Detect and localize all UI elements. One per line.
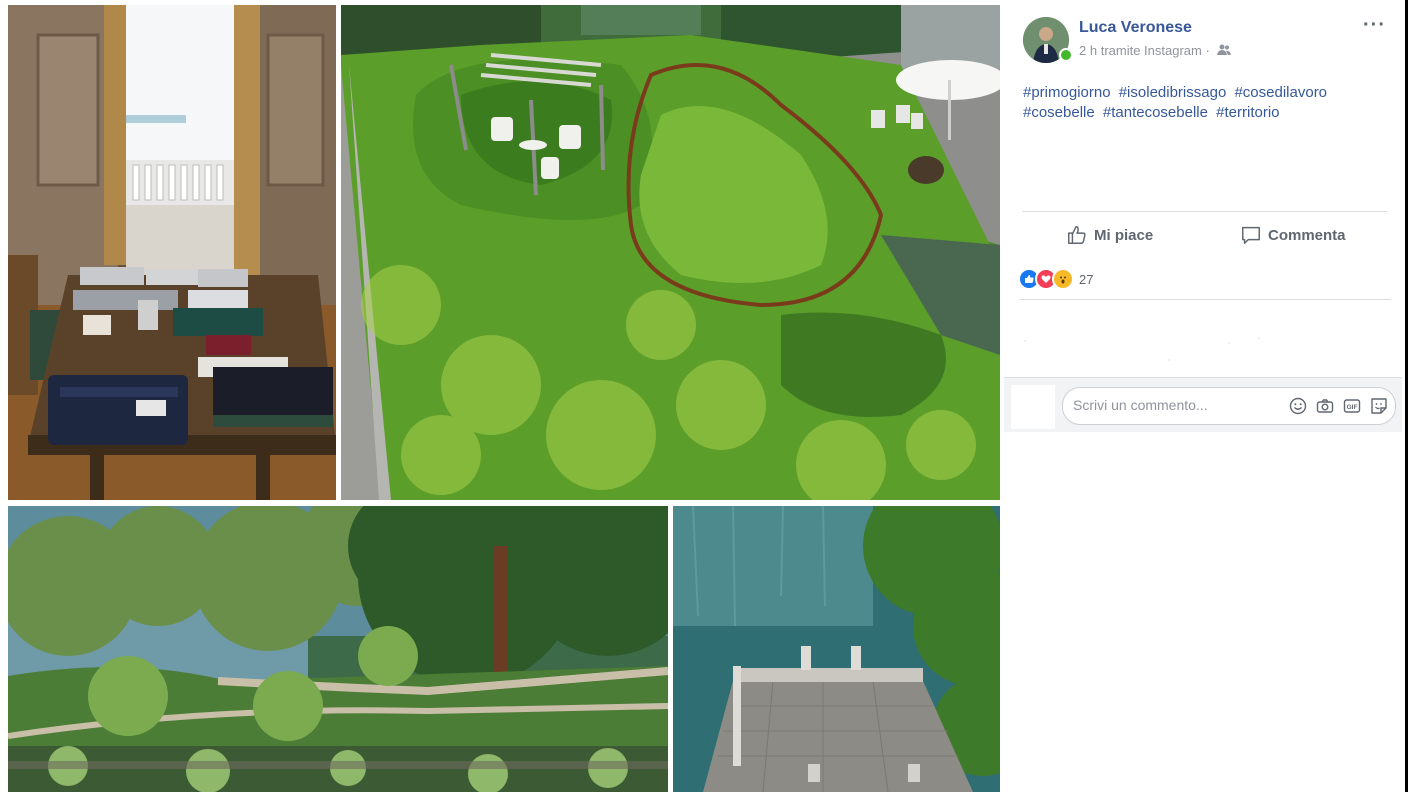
comment-placeholder: Scrivi un commento... — [1073, 397, 1208, 413]
comment-input[interactable]: Scrivi un commento... GIF — [1062, 387, 1396, 425]
post-time[interactable]: 2 h — [1079, 43, 1097, 58]
gif-label: GIF — [1347, 404, 1358, 411]
wow-reaction-icon — [1052, 268, 1074, 290]
comment-label: Commenta — [1268, 226, 1346, 244]
office-desk-photo[interactable] — [8, 5, 336, 500]
post-source: tramite Instagram — [1100, 43, 1202, 58]
post-meta: 2 h tramite Instagram · — [1079, 43, 1232, 59]
photo-collage — [0, 0, 1004, 792]
post-side-panel: Luca Veronese 2 h tramite Instagram · ··… — [1004, 0, 1408, 792]
hashtag-link[interactable]: #primogiorno — [1023, 84, 1111, 101]
speech-bubble-icon — [1242, 226, 1260, 244]
meta-separator: · — [1205, 43, 1210, 58]
hashtag-link[interactable]: #cosebelle — [1023, 104, 1095, 121]
reaction-count[interactable]: 27 — [1079, 272, 1093, 287]
sticker-icon[interactable] — [1369, 396, 1389, 416]
like-label: Mi piace — [1094, 226, 1154, 244]
post-hashtags: #primogiorno #isoledibrissago #cosedilav… — [1023, 83, 1383, 123]
reactions-summary[interactable]: 27 — [1018, 268, 1093, 290]
online-status-indicator — [1059, 48, 1073, 62]
lakeside-garden-photo[interactable] — [8, 506, 668, 792]
lake-terrace-photo[interactable] — [673, 506, 1000, 792]
comment-preview-placeholder — [1019, 335, 1339, 365]
hashtag-link[interactable]: #territorio — [1216, 104, 1279, 121]
comment-button[interactable]: Commenta — [1240, 222, 1346, 248]
more-options-button[interactable]: ··· — [1363, 14, 1386, 37]
viewer-avatar — [1011, 385, 1055, 429]
thumbs-up-icon — [1068, 226, 1086, 244]
divider — [1019, 299, 1391, 300]
smiley-icon[interactable] — [1288, 396, 1308, 416]
hashtag-link[interactable]: #tantecosebelle — [1103, 104, 1208, 121]
gif-icon[interactable]: GIF — [1342, 396, 1362, 416]
comment-composer: Scrivi un commento... GIF — [1004, 377, 1402, 432]
author-name[interactable]: Luca Veronese — [1079, 19, 1192, 37]
comment-tools: GIF — [1288, 396, 1389, 416]
hashtag-link[interactable]: #cosedilavoro — [1234, 84, 1327, 101]
like-button[interactable]: Mi piace — [1066, 222, 1153, 248]
camera-icon[interactable] — [1315, 396, 1335, 416]
friends-icon[interactable] — [1217, 44, 1232, 59]
rooftop-garden-photo[interactable] — [341, 5, 1000, 500]
divider — [1022, 211, 1387, 212]
hashtag-link[interactable]: #isoledibrissago — [1119, 84, 1227, 101]
